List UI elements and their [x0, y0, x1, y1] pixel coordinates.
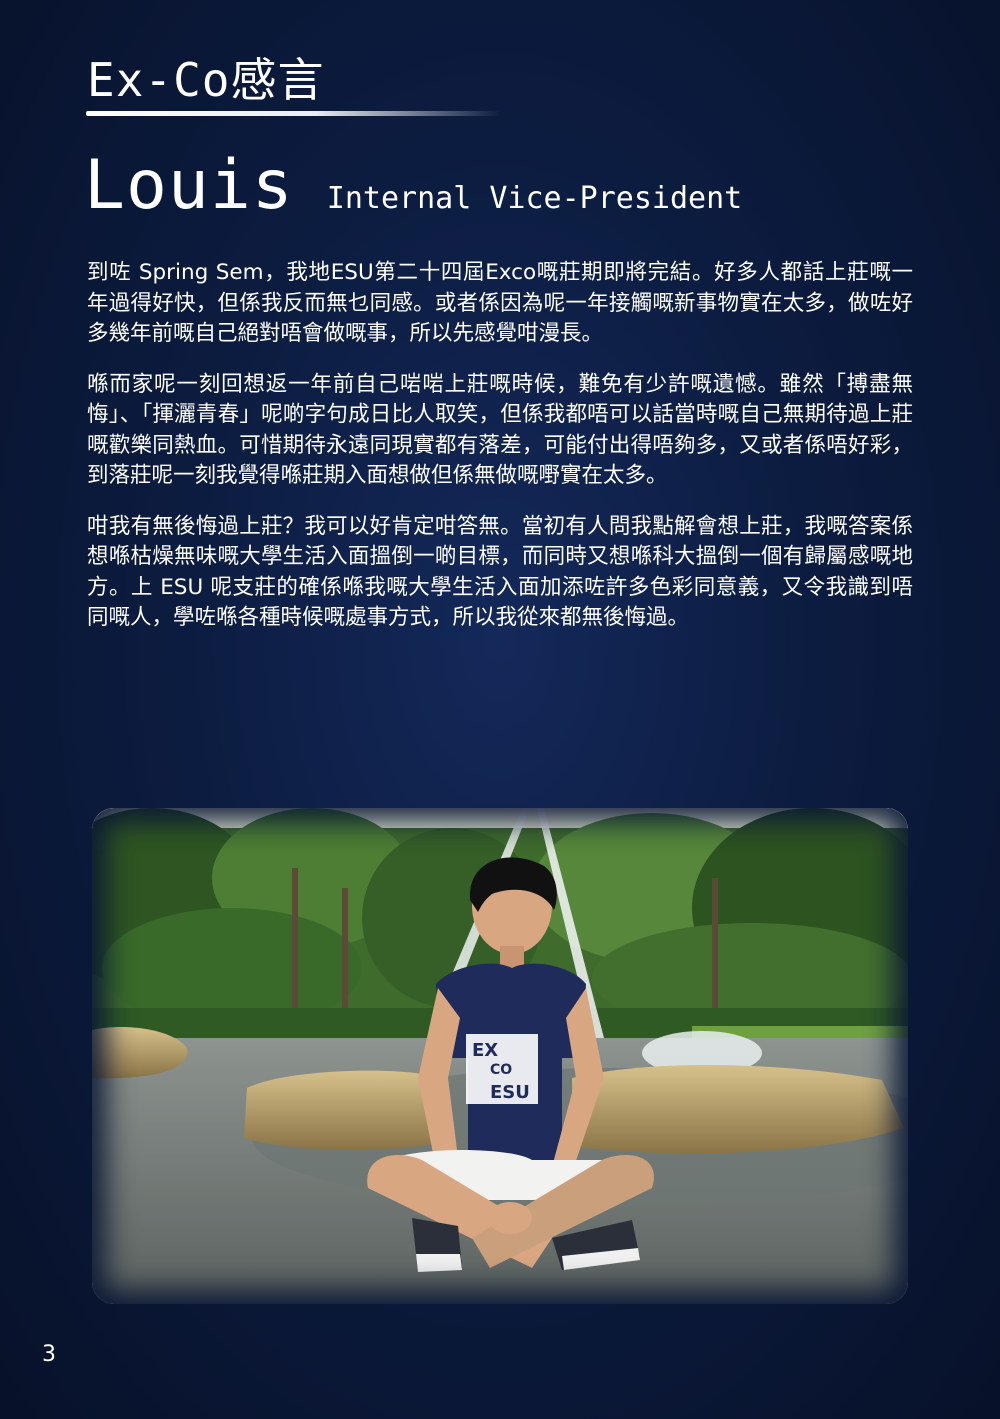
- rock-right: [572, 1065, 904, 1154]
- page-title: Ex-Co感言: [87, 53, 325, 107]
- shirt-print-co: CO: [490, 1062, 512, 1078]
- member-name: Louis: [84, 146, 294, 225]
- member-role: Internal Vice-President: [326, 181, 743, 216]
- member-header: Louis Internal Vice-President: [84, 146, 742, 225]
- photo-illustration: EX CO ESU: [92, 808, 908, 1304]
- article-body: 到咗 Spring Sem，我地ESU第二十四屆Exco嘅莊期即將完結。好多人都…: [87, 258, 913, 654]
- paragraph: 咁我有無後悔過上莊？我可以好肯定咁答無。當初有人問我點解會想上莊，我嘅答案係想喺…: [87, 513, 913, 631]
- member-photo: EX CO ESU: [92, 808, 908, 1304]
- paragraph: 到咗 Spring Sem，我地ESU第二十四屆Exco嘅莊期即將完結。好多人都…: [87, 260, 913, 346]
- shirt-print-ex: EX: [472, 1040, 498, 1061]
- rock-center: [244, 1070, 437, 1150]
- shirt-print-esu: ESU: [490, 1082, 530, 1103]
- paragraph: 喺而家呢一刻回想返一年前自己啱啱上莊嘅時候，難免有少許嘅遺憾。雖然「搏盡無悔」、…: [87, 371, 913, 489]
- title-underline: [86, 111, 501, 116]
- page-number: 3: [42, 1342, 56, 1367]
